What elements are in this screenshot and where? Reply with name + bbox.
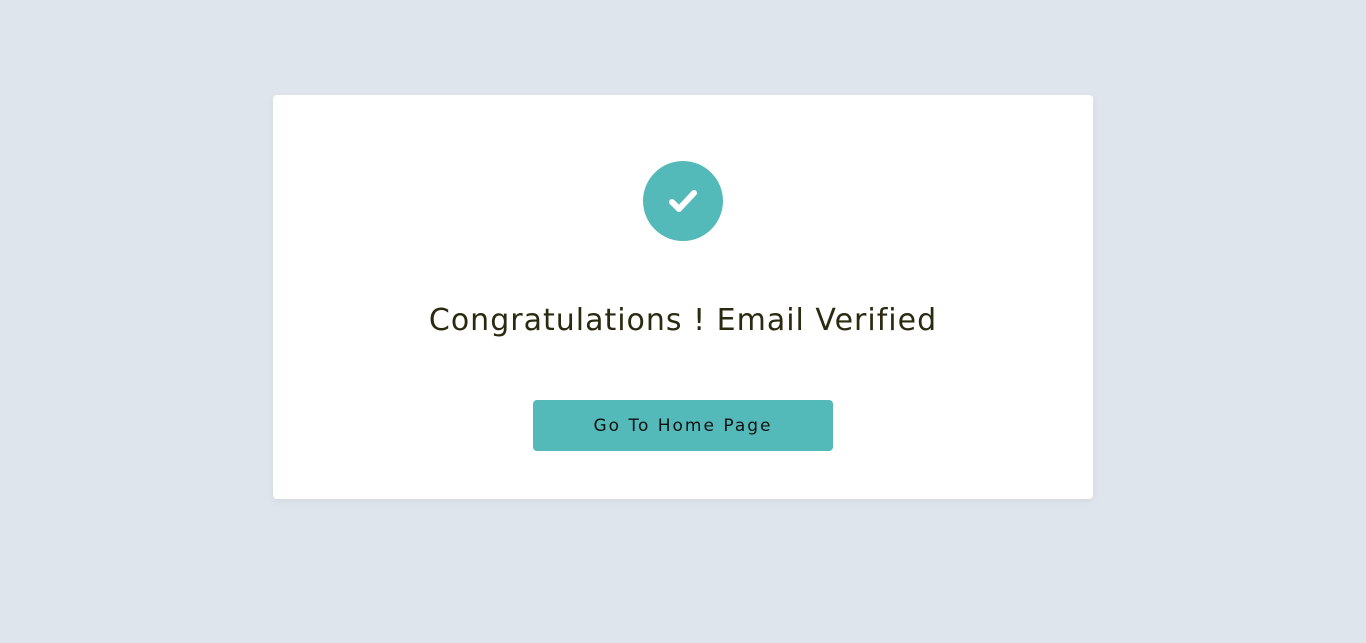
go-to-home-page-button-label: Go To Home Page — [593, 415, 773, 436]
page: Congratulations ! Email Verified Go To H… — [0, 0, 1366, 643]
page-title: Congratulations ! Email Verified — [428, 303, 938, 338]
check-circle-icon — [643, 161, 723, 241]
verification-card: Congratulations ! Email Verified Go To H… — [273, 95, 1093, 499]
check-icon — [669, 190, 697, 212]
go-to-home-page-button[interactable]: Go To Home Page — [533, 400, 833, 451]
